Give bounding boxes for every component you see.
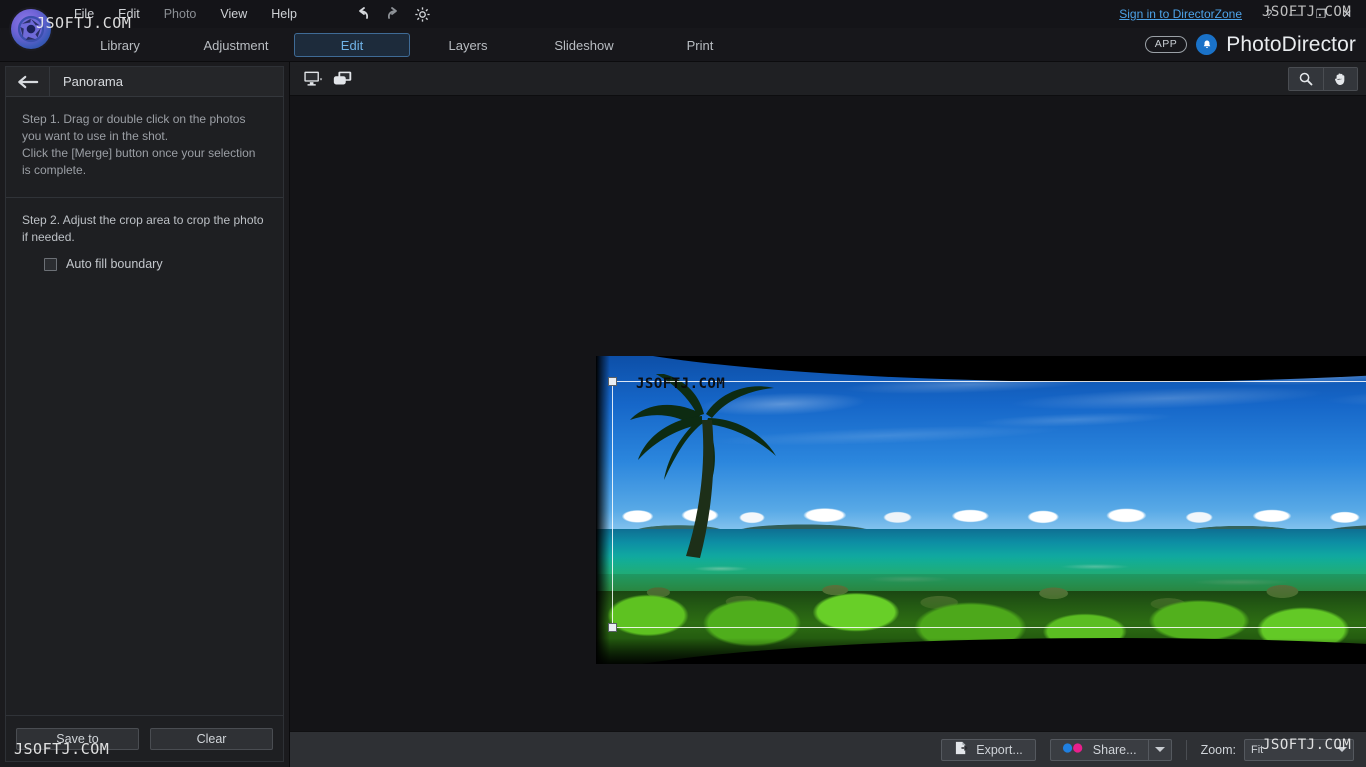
photodirector-logo-icon [11, 9, 51, 49]
panorama-panel: Panorama Step 1. Drag or double click on… [0, 62, 290, 767]
canvas-toolbar [290, 62, 1366, 96]
signin-directorzone-link[interactable]: Sign in to DirectorZone [1119, 7, 1242, 21]
body: Panorama Step 1. Drag or double click on… [0, 62, 1366, 767]
tab-library[interactable]: Library [62, 33, 178, 57]
redo-icon[interactable] [381, 3, 405, 25]
zoom-select[interactable]: Fit [1244, 738, 1354, 761]
tab-edit[interactable]: Edit [294, 32, 410, 57]
share-group: Share... [1049, 738, 1172, 761]
app-title: PhotoDirector [1226, 32, 1356, 56]
caret-shape [1154, 747, 1165, 752]
canvas-tools [1288, 66, 1358, 91]
compare-view-icon[interactable] [328, 67, 358, 91]
clear-button[interactable]: Clear [150, 727, 273, 750]
panel-footer: Save to Clear [6, 715, 283, 761]
tabs: Library Adjustment Edit Layers Slideshow… [62, 32, 758, 57]
restore-button[interactable]: ❐ [1308, 1, 1334, 27]
brand-area: APP PhotoDirector [1144, 32, 1366, 57]
export-icon [954, 741, 969, 758]
menu-item-photo[interactable]: Photo [152, 3, 209, 25]
minimize-button[interactable]: — [1282, 1, 1308, 27]
back-arrow-icon[interactable] [6, 66, 50, 97]
step1-text: Step 1. Drag or double click on the phot… [22, 112, 256, 177]
undo-icon[interactable] [351, 3, 375, 25]
photo-canvas[interactable] [290, 96, 1366, 731]
main-tab-bar: Library Adjustment Edit Layers Slideshow… [0, 28, 1366, 62]
auto-fill-boundary-row[interactable]: Auto fill boundary [44, 257, 267, 271]
zoom-value: Fit [1251, 743, 1264, 756]
monitor-view-icon[interactable] [298, 67, 328, 91]
history-tools [351, 3, 435, 25]
panorama-panel-inner: Panorama Step 1. Drag or double click on… [5, 66, 284, 762]
share-button[interactable]: Share... [1049, 738, 1148, 761]
page-title: Panorama [63, 74, 123, 89]
panel-spacer [6, 289, 283, 715]
bottom-divider [1185, 739, 1187, 760]
settings-gear-icon[interactable] [411, 3, 435, 25]
bottom-bar: Export... Share... Zoom: Fit [290, 731, 1366, 767]
tab-slideshow[interactable]: Slideshow [526, 33, 642, 57]
export-label: Export... [976, 742, 1023, 757]
zoom-label: Zoom: [1200, 742, 1236, 757]
tab-adjustment[interactable]: Adjustment [178, 33, 294, 57]
help-button[interactable]: ? [1256, 1, 1282, 27]
panorama-photo-content [596, 356, 1366, 664]
close-button[interactable]: ✕ [1334, 1, 1360, 27]
save-to-button[interactable]: Save to [16, 727, 139, 750]
tab-print[interactable]: Print [642, 33, 758, 57]
step1-section: Step 1. Drag or double click on the phot… [6, 97, 283, 198]
left-edge-vignette [596, 356, 610, 664]
window-controls-group: Sign in to DirectorZone ? — ❐ ✕ [1119, 0, 1366, 28]
app-badge[interactable]: APP [1144, 36, 1188, 53]
menu-item-file[interactable]: File [62, 3, 106, 25]
step2-section: Step 2. Adjust the crop area to crop the… [6, 198, 283, 289]
panel-header: Panorama [6, 66, 283, 97]
menu-item-view[interactable]: View [208, 3, 259, 25]
zoom-chevron-down-icon[interactable] [1337, 747, 1347, 752]
title-bar: File Edit Photo View Help Sign in to Dir… [0, 0, 1366, 28]
export-button[interactable]: Export... [941, 738, 1036, 761]
share-chevron-down-icon[interactable] [1147, 738, 1172, 761]
panorama-image[interactable] [596, 356, 1366, 664]
hand-pan-icon[interactable] [1323, 67, 1357, 90]
step2-text: Step 2. Adjust the crop area to crop the… [22, 213, 264, 244]
canvas-column: Export... Share... Zoom: Fit [290, 62, 1366, 767]
share-label: Share... [1092, 742, 1137, 757]
menu-bar: File Edit Photo View Help [62, 3, 309, 25]
share-dots-icon [1062, 742, 1086, 757]
menu-item-help[interactable]: Help [259, 3, 309, 25]
auto-fill-boundary-checkbox[interactable] [44, 257, 57, 271]
photodirector-window: File Edit Photo View Help Sign in to Dir… [0, 0, 1366, 767]
menu-item-edit[interactable]: Edit [106, 3, 152, 25]
magnifier-icon[interactable] [1289, 67, 1323, 90]
auto-fill-boundary-label: Auto fill boundary [66, 257, 163, 271]
notification-bell-icon[interactable] [1196, 34, 1218, 55]
tab-layers[interactable]: Layers [410, 33, 526, 57]
cumulus-cloud-band-layer [596, 502, 1366, 526]
